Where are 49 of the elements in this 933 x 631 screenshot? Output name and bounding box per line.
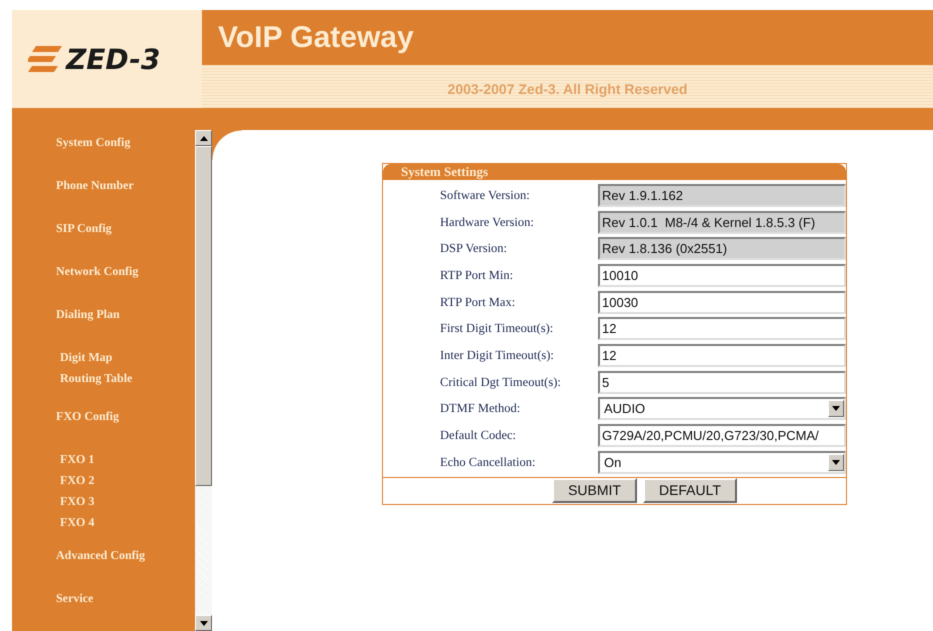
dropdown[interactable]: On xyxy=(598,450,846,474)
dropdown[interactable]: AUDIO xyxy=(598,397,846,420)
copyright-text: 2003-2007 Zed-3. All Right Reserved xyxy=(448,80,688,96)
scroll-down-button[interactable] xyxy=(195,615,212,631)
input-field[interactable]: 12 xyxy=(598,317,846,340)
nav-link[interactable]: Advanced Config xyxy=(56,545,195,565)
nav-link[interactable]: FXO 2 xyxy=(60,470,195,491)
nav-link[interactable]: Digit Map xyxy=(60,347,195,368)
logo-mark-icon xyxy=(28,46,62,72)
input-field[interactable]: 10030 xyxy=(598,290,846,314)
nav-link[interactable]: Dialing Plan xyxy=(56,304,195,324)
nav-link[interactable]: Phone Number xyxy=(56,175,195,195)
field-label: Hardware Version: xyxy=(439,214,535,230)
nav-link[interactable]: Routing Table xyxy=(60,368,195,389)
nav-link[interactable]: Service xyxy=(56,588,195,608)
field-label: DTMF Method: xyxy=(439,401,522,416)
panel-title: System Settings xyxy=(383,164,846,180)
form-button[interactable]: DEFAULT xyxy=(642,478,737,503)
nav-link[interactable]: FXO 1 xyxy=(60,449,195,470)
input-field[interactable]: 5 xyxy=(598,370,846,394)
scroll-up-button[interactable] xyxy=(195,130,212,146)
scroll-thumb[interactable] xyxy=(195,146,212,486)
form-button[interactable]: SUBMIT xyxy=(552,478,637,503)
input-field[interactable]: 12 xyxy=(598,344,846,367)
readonly-field: Rev 1.9.1.162 xyxy=(598,184,846,207)
field-label: Default Codec: xyxy=(439,428,518,444)
field-label: RTP Port Max: xyxy=(439,294,516,310)
field-label: Echo Cancellation: xyxy=(439,454,536,470)
scrollbar[interactable] xyxy=(195,130,212,631)
nav-link[interactable]: FXO 4 xyxy=(60,512,195,533)
nav-link[interactable]: Network Config xyxy=(56,261,195,281)
field-label: DSP Version: xyxy=(439,241,508,256)
input-field[interactable]: 10010 xyxy=(598,264,846,287)
nav-link[interactable]: FXO 3 xyxy=(60,491,195,512)
nav-link[interactable]: System Config xyxy=(56,132,195,152)
field-label: Critical Dgt Timeout(s): xyxy=(439,374,562,390)
input-field[interactable]: G729A/20,PCMU/20,G723/30,PCMA/ xyxy=(598,424,846,448)
up-arrow-icon[interactable] xyxy=(200,136,208,140)
logo: ZED-3 xyxy=(66,42,160,76)
nav-link[interactable]: SIP Config xyxy=(56,218,195,238)
readonly-field: Rev 1.0.1 M8-/4 & Kernel 1.8.5.3 (F) xyxy=(598,210,846,234)
field-label: Inter Digit Timeout(s): xyxy=(439,348,555,363)
down-arrow-icon[interactable] xyxy=(200,620,208,626)
field-label: Software Version: xyxy=(439,188,531,203)
readonly-field: Rev 1.8.136 (0x2551) xyxy=(598,237,846,260)
field-label: First Digit Timeout(s): xyxy=(439,321,554,336)
field-label: RTP Port Min: xyxy=(439,268,514,283)
app-title: VoIP Gateway xyxy=(218,20,414,54)
nav-link[interactable]: FXO Config xyxy=(56,406,195,426)
